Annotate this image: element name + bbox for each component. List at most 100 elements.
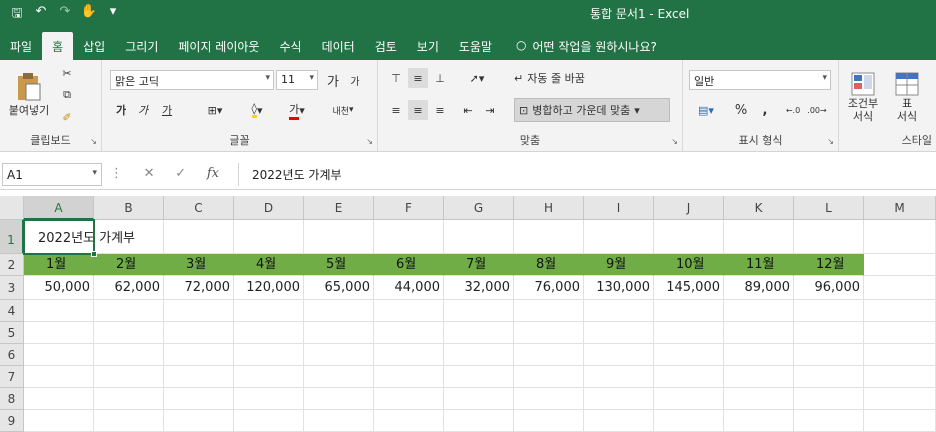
fill-handle[interactable] (91, 251, 97, 257)
tab-insert[interactable]: 삽입 (73, 32, 115, 60)
row-header-4[interactable]: 4 (0, 300, 24, 322)
increase-decimal-icon[interactable]: ←.0 (783, 100, 803, 120)
table-cell[interactable] (304, 220, 374, 254)
table-cell[interactable] (234, 366, 304, 388)
tab-home[interactable]: 홈 (42, 32, 74, 60)
table-cell[interactable] (864, 254, 936, 276)
amount-cell[interactable]: 44,000 (374, 276, 444, 300)
column-header-d[interactable]: D (234, 196, 304, 220)
customize-qat-icon[interactable]: ▾ (104, 4, 122, 26)
table-cell[interactable] (374, 366, 444, 388)
copy-icon[interactable]: ⧉ (58, 86, 76, 104)
launcher-icon[interactable]: ↘ (827, 137, 834, 146)
table-cell[interactable] (164, 322, 234, 344)
month-header-cell[interactable]: 8월 (514, 254, 584, 276)
table-cell[interactable] (304, 322, 374, 344)
table-cell[interactable] (794, 220, 864, 254)
table-cell[interactable] (724, 220, 794, 254)
table-cell[interactable] (724, 322, 794, 344)
table-cell[interactable] (864, 322, 936, 344)
row-header-3[interactable]: 3 (0, 276, 24, 300)
table-cell[interactable] (164, 388, 234, 410)
table-cell[interactable] (724, 300, 794, 322)
table-cell[interactable] (304, 300, 374, 322)
table-cell[interactable] (24, 300, 94, 322)
italic-button[interactable]: 가 (134, 100, 152, 120)
table-cell[interactable] (584, 344, 654, 366)
month-header-cell[interactable]: 1월 (24, 254, 94, 276)
amount-cell[interactable]: 120,000 (234, 276, 304, 300)
format-painter-icon[interactable]: ✐ (58, 108, 76, 126)
amount-cell[interactable]: 76,000 (514, 276, 584, 300)
decrease-decimal-icon[interactable]: .00→ (807, 100, 827, 120)
row-header-7[interactable]: 7 (0, 366, 24, 388)
amount-cell[interactable]: 62,000 (94, 276, 164, 300)
select-all-corner[interactable] (0, 196, 24, 220)
orientation-icon[interactable]: ➚▾ (462, 68, 492, 88)
row-header-2[interactable]: 2 (0, 254, 24, 276)
enter-icon[interactable]: ✓ (175, 166, 186, 181)
table-cell[interactable] (304, 366, 374, 388)
month-header-cell[interactable]: 3월 (164, 254, 234, 276)
launcher-icon[interactable]: ↘ (671, 137, 678, 146)
column-header-m[interactable]: M (864, 196, 936, 220)
table-cell[interactable] (584, 366, 654, 388)
column-header-c[interactable]: C (164, 196, 234, 220)
table-cell[interactable] (94, 300, 164, 322)
table-cell[interactable] (304, 388, 374, 410)
tab-help[interactable]: 도움말 (449, 32, 502, 60)
table-cell[interactable] (584, 220, 654, 254)
column-header-e[interactable]: E (304, 196, 374, 220)
table-cell[interactable] (864, 220, 936, 254)
month-header-cell[interactable]: 9월 (584, 254, 654, 276)
table-cell[interactable] (724, 344, 794, 366)
borders-icon[interactable]: ⊞▾ (202, 100, 228, 120)
row-header-8[interactable]: 8 (0, 388, 24, 410)
phonetic-button[interactable]: 내천 ▾ (328, 100, 358, 120)
align-middle-icon[interactable]: ≡ (408, 68, 428, 88)
table-cell[interactable] (654, 388, 724, 410)
table-cell[interactable] (444, 366, 514, 388)
table-cell[interactable] (724, 388, 794, 410)
table-cell[interactable] (374, 388, 444, 410)
table-cell[interactable] (444, 220, 514, 254)
table-cell[interactable] (654, 300, 724, 322)
table-cell[interactable] (864, 344, 936, 366)
table-cell[interactable] (864, 366, 936, 388)
table-cell[interactable] (514, 300, 584, 322)
table-cell[interactable] (304, 344, 374, 366)
format-as-table-button[interactable]: 표 서식 (887, 64, 927, 130)
increase-indent-icon[interactable]: ⇥ (480, 100, 500, 120)
table-cell[interactable] (444, 344, 514, 366)
table-cell[interactable] (724, 366, 794, 388)
table-cell[interactable] (584, 322, 654, 344)
table-cell[interactable] (864, 388, 936, 410)
table-cell[interactable] (794, 300, 864, 322)
column-header-j[interactable]: J (654, 196, 724, 220)
table-cell[interactable] (374, 344, 444, 366)
month-header-cell[interactable]: 12월 (794, 254, 864, 276)
column-header-g[interactable]: G (444, 196, 514, 220)
table-cell[interactable] (24, 322, 94, 344)
insert-function-icon[interactable]: fx (207, 166, 219, 181)
table-cell[interactable] (794, 388, 864, 410)
amount-cell[interactable]: 130,000 (584, 276, 654, 300)
table-cell[interactable] (444, 388, 514, 410)
redo-icon[interactable]: ↷ (56, 4, 74, 26)
table-cell[interactable] (794, 322, 864, 344)
table-cell[interactable] (794, 344, 864, 366)
row-header-6[interactable]: 6 (0, 344, 24, 366)
fill-color-icon[interactable]: ◊ ▾ (242, 100, 272, 120)
table-cell[interactable] (94, 322, 164, 344)
number-format-select[interactable]: 일반 ▾ (689, 70, 831, 90)
table-cell[interactable] (374, 300, 444, 322)
table-cell[interactable] (234, 322, 304, 344)
comma-button[interactable]: , (755, 100, 775, 120)
tab-formulas[interactable]: 수식 (269, 32, 311, 60)
month-header-cell[interactable]: 4월 (234, 254, 304, 276)
shrink-font-button[interactable]: 가 (346, 70, 364, 90)
column-header-h[interactable]: H (514, 196, 584, 220)
table-cell[interactable] (514, 366, 584, 388)
month-header-cell[interactable]: 2월 (94, 254, 164, 276)
table-cell[interactable] (234, 388, 304, 410)
